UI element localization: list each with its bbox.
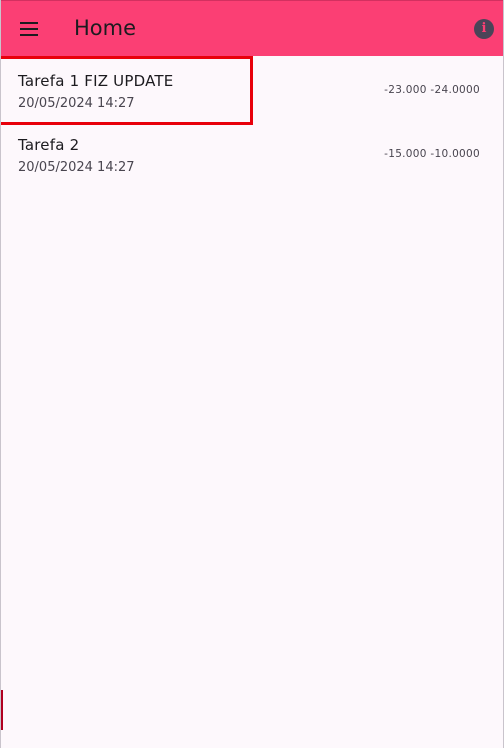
list-item-tarefa-2[interactable]: Tarefa 2 20/05/2024 14:27 -15.000 -10.00… [1, 122, 503, 186]
edge-artifact [1, 690, 3, 730]
page-title: Home [74, 16, 137, 40]
menu-button[interactable] [9, 9, 49, 49]
info-button[interactable]: i [467, 12, 501, 46]
list-item-date: 20/05/2024 14:27 [18, 96, 135, 111]
app-bar: Home i [1, 0, 503, 56]
list-item-tarefa-1[interactable]: Tarefa 1 FIZ UPDATE 20/05/2024 14:27 -23… [1, 58, 503, 122]
list-item-date: 20/05/2024 14:27 [18, 160, 135, 175]
list-item-title: Tarefa 2 [18, 136, 80, 154]
app-screen: Home i Tarefa 1 FIZ UPDATE 20/05/2024 14… [0, 0, 504, 748]
list-item-coordinates: -15.000 -10.0000 [384, 148, 480, 160]
list-item-title: Tarefa 1 FIZ UPDATE [18, 72, 174, 90]
info-icon: i [474, 19, 494, 39]
list-item-coordinates: -23.000 -24.0000 [384, 84, 480, 96]
menu-icon [20, 22, 38, 36]
